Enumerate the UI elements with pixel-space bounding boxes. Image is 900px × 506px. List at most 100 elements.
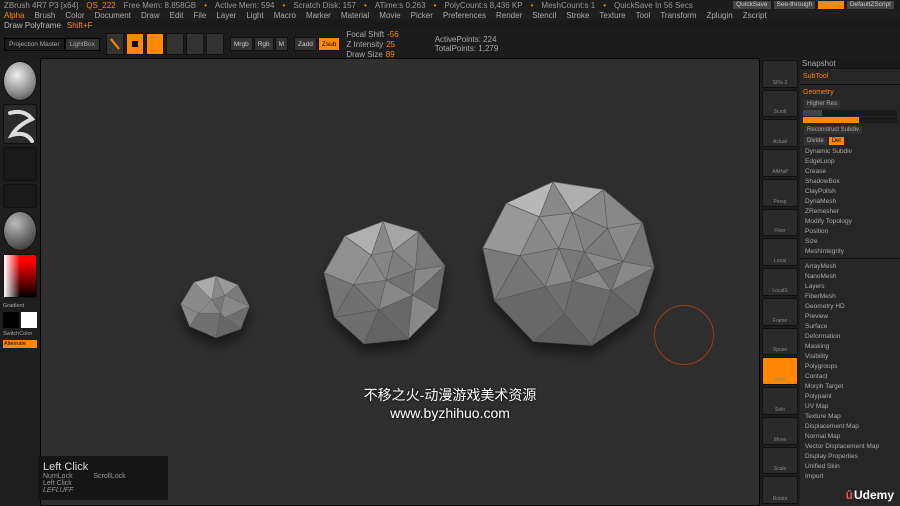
shelf-persp[interactable]: Persp bbox=[762, 179, 798, 207]
geo-edgeloop[interactable]: EdgeLoop bbox=[803, 156, 897, 166]
section-geometry-hd[interactable]: Geometry HD bbox=[803, 301, 897, 311]
section-display-properties[interactable]: Display Properties bbox=[803, 451, 897, 461]
focal-shift-slider[interactable]: Focal Shift-56 bbox=[346, 30, 398, 39]
menu-movie[interactable]: Movie bbox=[379, 11, 400, 20]
rgb-button[interactable]: Rgb bbox=[254, 37, 274, 51]
alternate-button[interactable]: Alternate bbox=[3, 340, 37, 348]
section-vector-displacement-map[interactable]: Vector Displacement Map bbox=[803, 441, 897, 451]
section-unified-skin[interactable]: Unified Skin bbox=[803, 461, 897, 471]
stroke-thumbnail[interactable] bbox=[3, 104, 37, 144]
shelf-floor[interactable]: Floor bbox=[762, 209, 798, 237]
menu-file[interactable]: File bbox=[193, 11, 206, 20]
switchcolor-button[interactable]: SwitchColor bbox=[3, 331, 37, 337]
menu-zscript[interactable]: Zscript bbox=[743, 11, 767, 20]
menu-light[interactable]: Light bbox=[246, 11, 263, 20]
edit-mode-icon[interactable] bbox=[126, 33, 144, 55]
menu-zplugin[interactable]: Zplugin bbox=[706, 11, 732, 20]
shelf-frame[interactable]: Frame bbox=[762, 298, 798, 326]
shelf-spix3[interactable]: SPix 3 bbox=[762, 60, 798, 88]
mrgb-button[interactable]: Mrgb bbox=[230, 37, 253, 51]
menu-tool[interactable]: Tool bbox=[636, 11, 651, 20]
geo-position[interactable]: Position bbox=[803, 226, 897, 236]
geometry-header[interactable]: Geometry bbox=[803, 87, 897, 98]
move-mode-icon[interactable] bbox=[166, 33, 184, 55]
menu-texture[interactable]: Texture bbox=[599, 11, 625, 20]
shelf-aahalf[interactable]: AAHalf bbox=[762, 149, 798, 177]
shelf-move[interactable]: Move bbox=[762, 417, 798, 445]
scale-mode-icon[interactable] bbox=[186, 33, 204, 55]
menu-edit[interactable]: Edit bbox=[170, 11, 184, 20]
section-arraymesh[interactable]: ArrayMesh bbox=[803, 261, 897, 271]
section-masking[interactable]: Masking bbox=[803, 341, 897, 351]
brush-thumbnail[interactable] bbox=[3, 61, 37, 101]
menu-material[interactable]: Material bbox=[341, 11, 369, 20]
section-nanomesh[interactable]: NanoMesh bbox=[803, 271, 897, 281]
section-displacement-map[interactable]: Displacement Map bbox=[803, 421, 897, 431]
section-layers[interactable]: Layers bbox=[803, 281, 897, 291]
section-surface[interactable]: Surface bbox=[803, 321, 897, 331]
menu-layer[interactable]: Layer bbox=[216, 11, 236, 20]
m-button[interactable]: M bbox=[275, 37, 288, 51]
seethrough-button[interactable]: See-through bbox=[774, 1, 816, 9]
menu-draw[interactable]: Draw bbox=[141, 11, 160, 20]
section-polypaint[interactable]: Polypaint bbox=[803, 391, 897, 401]
color-picker[interactable] bbox=[3, 254, 37, 298]
geo-dynamic-subdiv[interactable]: Dynamic Subdiv bbox=[803, 146, 897, 156]
section-deformation[interactable]: Deformation bbox=[803, 331, 897, 341]
geo-crease[interactable]: Crease bbox=[803, 166, 897, 176]
section-polygroups[interactable]: Polygroups bbox=[803, 361, 897, 371]
shelf-actual[interactable]: Actual bbox=[762, 119, 798, 147]
menu-stencil[interactable]: Stencil bbox=[532, 11, 556, 20]
shelf-polyf[interactable]: PolyF bbox=[762, 357, 798, 385]
del-button[interactable]: Del bbox=[829, 137, 844, 145]
subtool-header[interactable]: SubTool bbox=[803, 71, 897, 82]
geo-modify-topology[interactable]: Modify Topology bbox=[803, 216, 897, 226]
section-preview[interactable]: Preview bbox=[803, 311, 897, 321]
geo-size[interactable]: Size bbox=[803, 236, 897, 246]
mesh-object-3[interactable] bbox=[471, 174, 666, 359]
menu-brush[interactable]: Brush bbox=[34, 11, 55, 20]
primary-color[interactable] bbox=[21, 312, 37, 328]
shelf-locals[interactable]: LocalS bbox=[762, 268, 798, 296]
shelf-local[interactable]: Local bbox=[762, 238, 798, 266]
geo-claypolish[interactable]: ClayPolish bbox=[803, 186, 897, 196]
shelf-scale[interactable]: Scale bbox=[762, 447, 798, 475]
geo-zremesher[interactable]: ZRemesher bbox=[803, 206, 897, 216]
menu-preferences[interactable]: Preferences bbox=[443, 11, 486, 20]
secondary-color[interactable] bbox=[3, 312, 19, 328]
shelf-xpose[interactable]: Xpose bbox=[762, 328, 798, 356]
section-fibermesh[interactable]: FiberMesh bbox=[803, 291, 897, 301]
menu-color[interactable]: Color bbox=[65, 11, 84, 20]
section-uv-map[interactable]: UV Map bbox=[803, 401, 897, 411]
geo-shadowbox[interactable]: ShadowBox bbox=[803, 176, 897, 186]
shelf-solo[interactable]: Solo bbox=[762, 387, 798, 415]
menu-document[interactable]: Document bbox=[95, 11, 131, 20]
viewport[interactable] bbox=[40, 58, 760, 506]
menu-alpha[interactable]: Alpha bbox=[4, 11, 24, 20]
geo-meshintegrity[interactable]: MeshIntegrity bbox=[803, 246, 897, 256]
menu-macro[interactable]: Macro bbox=[274, 11, 296, 20]
menu-stroke[interactable]: Stroke bbox=[566, 11, 589, 20]
shelf-scroll[interactable]: Scroll bbox=[762, 90, 798, 118]
menus-button[interactable]: Menus bbox=[818, 1, 844, 9]
projection-master-button[interactable]: Projection Master bbox=[4, 38, 65, 51]
menu-render[interactable]: Render bbox=[496, 11, 522, 20]
divide-button[interactable]: Divide bbox=[804, 137, 827, 145]
quicksketch-icon[interactable] bbox=[106, 33, 124, 55]
higher-res-button[interactable]: Higher Res bbox=[804, 100, 840, 108]
menu-picker[interactable]: Picker bbox=[411, 11, 433, 20]
geo-dynamesh[interactable]: DynaMesh bbox=[803, 196, 897, 206]
zsub-button[interactable]: Zsub bbox=[318, 37, 340, 51]
section-normal-map[interactable]: Normal Map bbox=[803, 431, 897, 441]
section-import[interactable]: Import bbox=[803, 471, 897, 481]
alpha-thumbnail[interactable] bbox=[3, 147, 37, 181]
material-thumbnail[interactable] bbox=[3, 211, 37, 251]
mesh-object-1[interactable] bbox=[171, 269, 261, 344]
quicksave-button[interactable]: QuickSave bbox=[733, 1, 770, 9]
defaultscript-button[interactable]: DefaultZScript bbox=[847, 1, 894, 9]
texture-thumbnail[interactable] bbox=[3, 184, 37, 208]
section-contact[interactable]: Contact bbox=[803, 371, 897, 381]
shelf-rotate[interactable]: Rotate bbox=[762, 476, 798, 504]
section-morph-target[interactable]: Morph Target bbox=[803, 381, 897, 391]
z-intensity-slider[interactable]: Z Intensity25 bbox=[346, 40, 398, 49]
